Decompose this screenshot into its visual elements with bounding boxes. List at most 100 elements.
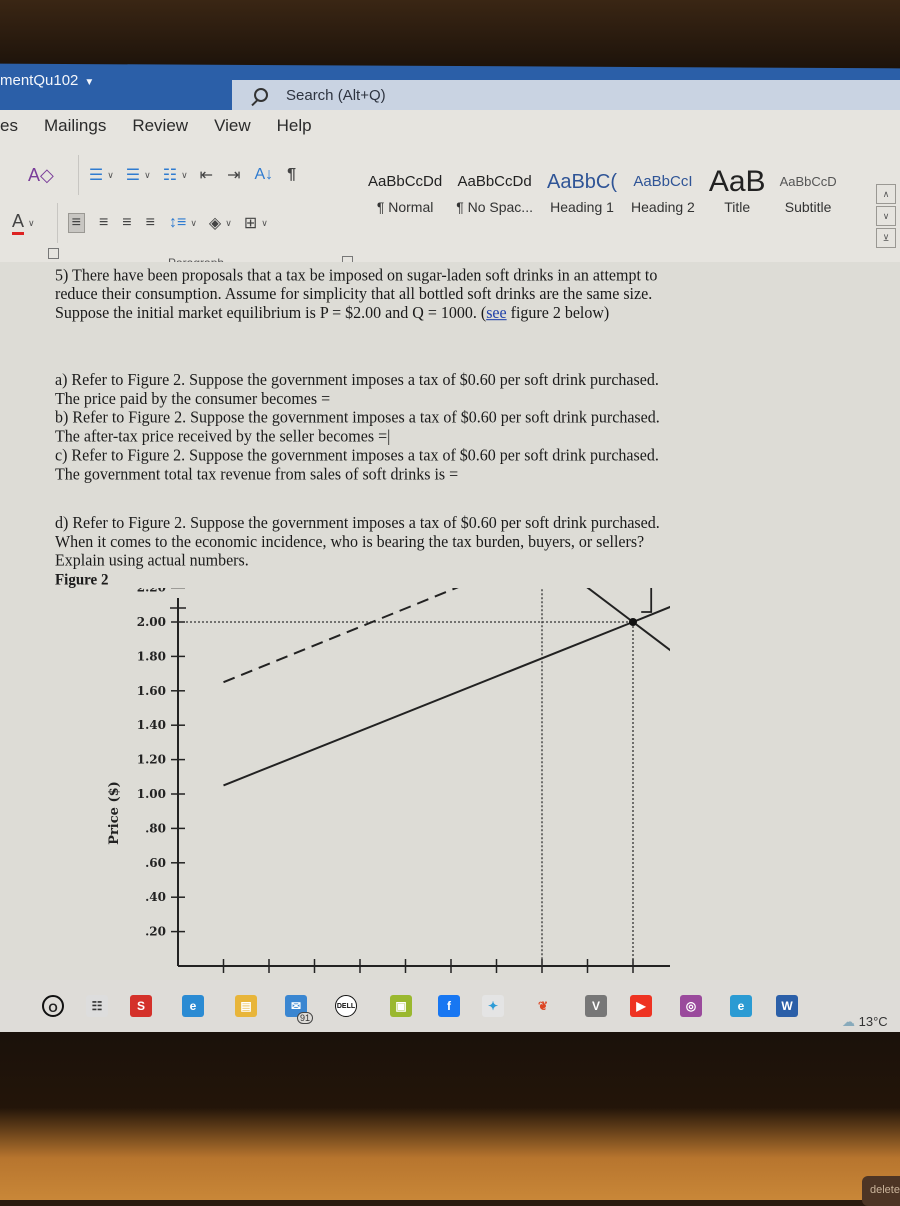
font-color-icon[interactable]: A [12, 211, 25, 235]
tab-review[interactable]: Review [132, 116, 188, 136]
chevron-down-icon[interactable]: ∨ [144, 170, 151, 181]
figure-2-chart: .20 .40 .60 .80 1.00 1.20 1.40 1.60 1.80 2.00 2.20… [107, 588, 670, 973]
styles-gallery: AaBbCcDd ¶ Normal AaBbCcDd ¶ No Spac... Aa… [368, 165, 868, 257]
style-no-spacing[interactable]: AaBbCcDd ¶ No Spac... [456, 165, 533, 257]
ribbon-tabs: es Mailings Review View Help [0, 116, 338, 136]
temperature: 13°C [858, 1014, 888, 1029]
tax-bracket [641, 588, 653, 613]
cortana-icon[interactable]: O [42, 995, 64, 1017]
style-heading-2[interactable]: AaBbCcI Heading 2 [631, 165, 695, 257]
chevron-down-icon[interactable]: ∨ [225, 218, 232, 229]
divider [77, 155, 79, 195]
app-icon[interactable]: ▣ [390, 995, 412, 1017]
chevron-down-icon[interactable]: ▼ [84, 77, 94, 88]
line-spacing-icon[interactable]: ↕≡ [169, 214, 186, 232]
equilibrium-point [629, 618, 637, 626]
question-a-line: The price paid by the consumer becomes = [55, 390, 331, 409]
mail-unread-badge: 91 [297, 1012, 314, 1024]
edge-icon[interactable]: e [182, 995, 204, 1017]
justify-icon[interactable]: ≡ [146, 214, 155, 232]
curve-s [223, 605, 670, 787]
bullets-icon[interactable]: ☰ [89, 165, 103, 185]
style-title[interactable]: AaB Title [709, 165, 766, 257]
styles-scroll: ∧ ∨ ⊻ [876, 184, 896, 250]
style-normal[interactable]: AaBbCcDd ¶ Normal [368, 165, 442, 257]
delete-key: delete [862, 1176, 900, 1206]
task-view-icon[interactable]: ☷ [86, 995, 108, 1017]
y-tick-label: .40 [145, 890, 166, 904]
y-tick-label: 2.20 [137, 588, 166, 595]
curve-s-prime [223, 588, 459, 684]
question-d: d) Refer to Figure 2. Suppose the govern… [55, 514, 785, 590]
scroll-down-icon[interactable]: ∨ [876, 206, 896, 226]
figure-label: Figure 2 [55, 571, 109, 589]
style-subtitle[interactable]: AaBbCcD Subtitle [780, 165, 837, 257]
sort-icon[interactable]: A↓ [254, 166, 273, 184]
chart-axes [170, 588, 670, 973]
scroll-up-icon[interactable]: ∧ [876, 184, 896, 204]
align-left-icon[interactable]: ≡ [67, 213, 85, 233]
dell-icon[interactable]: DELL [335, 995, 357, 1017]
curve-d [586, 588, 670, 652]
y-tick-label: .80 [145, 821, 166, 835]
borders-icon[interactable]: ⊞ [244, 213, 257, 233]
divider [56, 203, 58, 243]
intro-line: reduce their consumption. Assume for sim… [55, 285, 653, 304]
question-a-line: a) Refer to Figure 2. Suppose the govern… [55, 371, 659, 390]
chevron-down-icon[interactable]: ∨ [181, 170, 188, 181]
scotiabank-icon[interactable]: S [130, 995, 152, 1017]
chart-labels: .20 .40 .60 .80 1.00 1.20 1.40 1.60 1.80 2.00 2.20… [137, 588, 653, 939]
clear-formatting-icon[interactable]: A◇ [28, 165, 54, 186]
question-b-line: b) Refer to Figure 2. Suppose the govern… [55, 409, 660, 427]
question-intro: 5) There have been proposals that a tax … [55, 267, 785, 324]
more-styles-icon[interactable]: ⊻ [876, 228, 896, 248]
slack-icon[interactable]: ✦ [482, 995, 504, 1017]
tab-help[interactable]: Help [277, 116, 312, 136]
question-b-line: The after-tax price received by the sell… [55, 428, 391, 446]
weather-icon: ☁ [842, 1014, 855, 1029]
question-c-line: c) Refer to Figure 2. Suppose the govern… [55, 446, 659, 465]
question-d-line: Explain using actual numbers. [55, 552, 249, 570]
style-heading-1[interactable]: AaBbC(Heading 1 [547, 165, 617, 257]
align-right-icon[interactable]: ≡ [122, 214, 131, 232]
tab-references[interactable]: es [0, 116, 18, 136]
increase-indent-icon[interactable]: ⇥ [227, 165, 240, 185]
word-icon[interactable]: W [776, 995, 798, 1017]
question-c-line: The government total tax revenue from sa… [55, 465, 459, 484]
decrease-indent-icon[interactable]: ⇤ [200, 165, 213, 185]
numbering-icon[interactable]: ☰ [126, 165, 140, 185]
shading-icon[interactable]: ◈ [209, 213, 221, 233]
chevron-down-icon[interactable]: ∨ [190, 218, 197, 229]
questions-abc: a) Refer to Figure 2. Suppose the govern… [55, 371, 785, 484]
intro-line: 5) There have been proposals that a tax … [55, 266, 658, 285]
chevron-down-icon[interactable]: ∨ [107, 170, 114, 181]
y-tick-label: .60 [145, 856, 166, 870]
weather-widget[interactable]: ☁ 13°C [842, 1014, 888, 1030]
youtube-icon[interactable]: ▶ [630, 995, 652, 1017]
multilevel-list-icon[interactable]: ☷ [163, 165, 177, 185]
tab-view[interactable]: View [214, 116, 251, 136]
search-box[interactable]: Search (Alt+Q) [232, 80, 900, 110]
show-formatting-icon[interactable]: ¶ [287, 166, 296, 184]
monitor-bezel [0, 0, 900, 70]
font-dialog-launcher-icon[interactable] [48, 248, 59, 259]
edge-beta-icon[interactable]: e [730, 995, 752, 1017]
canada-icon[interactable]: ❦ [532, 995, 554, 1017]
document-title[interactable]: mentQu102 ▼ [0, 72, 94, 89]
search-placeholder: Search (Alt+Q) [286, 86, 386, 104]
tab-mailings[interactable]: Mailings [44, 116, 106, 136]
y-axis-label: Price ($) [107, 781, 122, 845]
align-center-icon[interactable]: ≡ [99, 214, 108, 232]
intro-line: Suppose the initial market equilibrium i… [55, 304, 610, 323]
instagram-icon[interactable]: ◎ [680, 995, 702, 1017]
y-tick-label: 1.80 [137, 649, 166, 663]
question-d-line: When it comes to the economic incidence,… [55, 533, 645, 551]
question-d-line: d) Refer to Figure 2. Suppose the govern… [55, 514, 660, 533]
facebook-icon[interactable]: f [438, 995, 460, 1017]
y-tick-label: 1.20 [137, 753, 166, 767]
see-link[interactable]: see [486, 304, 506, 322]
v-app-icon[interactable]: V [585, 995, 607, 1017]
chevron-down-icon[interactable]: ∨ [28, 218, 35, 229]
file-explorer-icon[interactable]: ▤ [235, 995, 257, 1017]
chevron-down-icon[interactable]: ∨ [261, 218, 268, 229]
